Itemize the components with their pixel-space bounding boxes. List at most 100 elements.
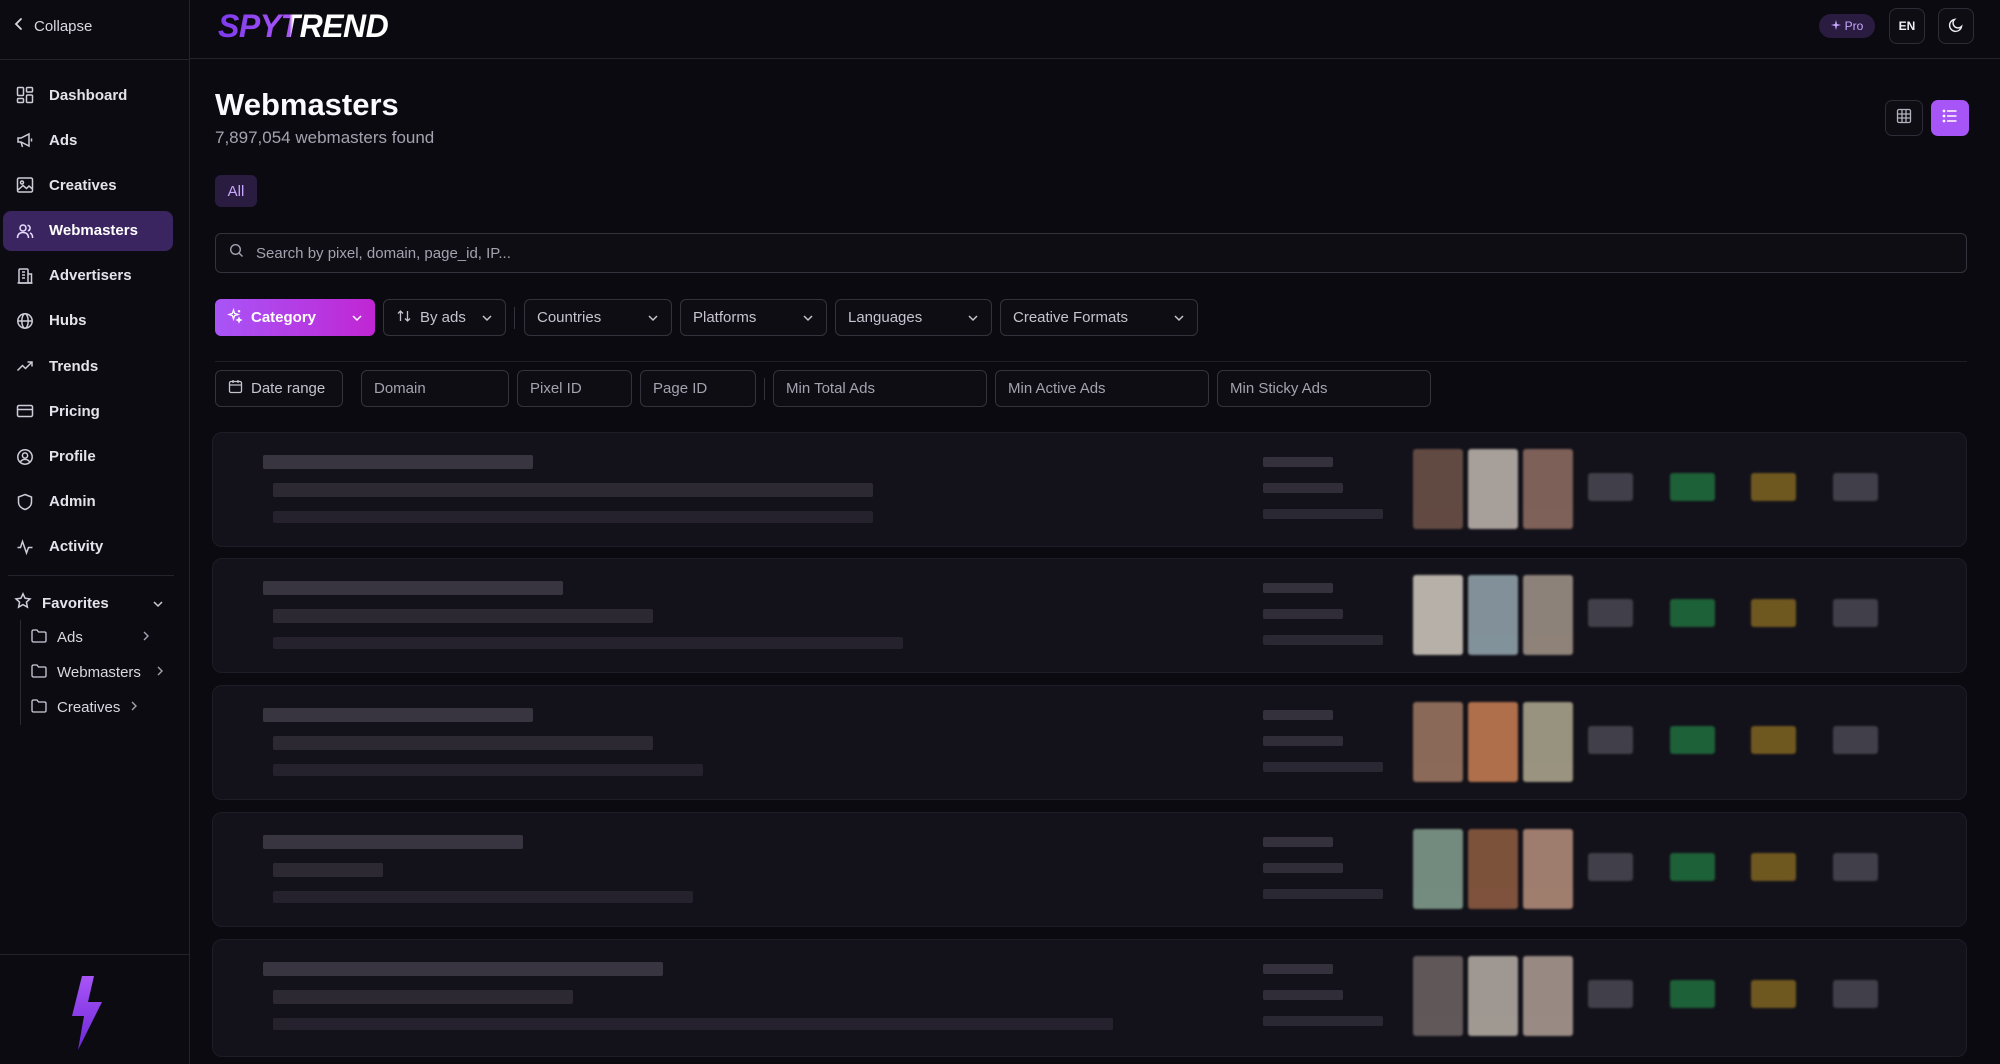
sidebar-item-dashboard[interactable]: Dashboard bbox=[3, 75, 173, 115]
creative-thumbnail bbox=[1468, 956, 1518, 1036]
favorites-item-label: Creatives bbox=[57, 699, 121, 716]
redacted-text bbox=[273, 483, 873, 497]
sidebar-item-label: Pricing bbox=[49, 402, 100, 420]
webmaster-row[interactable] bbox=[212, 812, 1967, 927]
sidebar-item-label: Admin bbox=[49, 493, 96, 511]
filters-divider bbox=[215, 361, 1967, 362]
category-dropdown[interactable]: Category bbox=[215, 299, 375, 336]
page-title: Webmasters bbox=[215, 87, 399, 122]
metric-chip bbox=[1588, 726, 1633, 754]
sidebar-item-admin[interactable]: Admin bbox=[3, 482, 173, 522]
sidebar-divider bbox=[8, 575, 174, 576]
sidebar-item-creatives[interactable]: Creatives bbox=[3, 165, 173, 205]
metric-chip bbox=[1588, 853, 1633, 881]
webmaster-row[interactable] bbox=[212, 558, 1967, 673]
tab-all[interactable]: All bbox=[215, 175, 257, 207]
redacted-stat bbox=[1263, 710, 1333, 720]
creative-thumbnail bbox=[1413, 829, 1463, 909]
app-root: Collapse Dashboard Ads Creatives Webmast… bbox=[0, 0, 2000, 1064]
redacted-text bbox=[273, 764, 703, 776]
sidebar-item-label: Webmasters bbox=[49, 222, 138, 240]
webmaster-row[interactable] bbox=[212, 432, 1967, 547]
language-button[interactable]: EN bbox=[1889, 8, 1925, 44]
sidebar-divider bbox=[0, 954, 190, 955]
sidebar-item-activity[interactable]: Activity bbox=[3, 527, 173, 567]
folder-icon bbox=[31, 698, 47, 717]
filter-separator bbox=[764, 378, 765, 400]
favorites-label: Favorites bbox=[42, 594, 109, 612]
sort-dropdown[interactable]: By ads bbox=[383, 299, 506, 336]
collapse-button[interactable]: Collapse bbox=[14, 14, 92, 38]
chevron-down-icon bbox=[1173, 309, 1185, 326]
redacted-text bbox=[273, 609, 653, 623]
chevron-down-icon bbox=[152, 595, 164, 612]
metric-chip bbox=[1751, 473, 1796, 501]
redacted-stat bbox=[1263, 889, 1383, 899]
list-icon bbox=[1942, 108, 1958, 129]
creative-thumbnail bbox=[1468, 702, 1518, 782]
favorites-item-ads[interactable]: Ads bbox=[21, 620, 170, 655]
sidebar-nav: Dashboard Ads Creatives Webmasters Adver… bbox=[3, 75, 173, 572]
theme-toggle-button[interactable] bbox=[1938, 8, 1974, 44]
redacted-stat bbox=[1263, 583, 1333, 593]
collapse-label: Collapse bbox=[34, 17, 93, 35]
webmaster-row[interactable] bbox=[212, 939, 1967, 1057]
metric-chip bbox=[1833, 473, 1878, 501]
creative-formats-dropdown[interactable]: Creative Formats bbox=[1000, 299, 1198, 336]
sidebar-item-ads[interactable]: Ads bbox=[3, 120, 173, 160]
search-input[interactable] bbox=[256, 244, 1966, 262]
metric-chip bbox=[1751, 599, 1796, 627]
countries-dropdown[interactable]: Countries bbox=[524, 299, 672, 336]
redacted-text bbox=[273, 990, 573, 1004]
spytrend-logo[interactable]: SPYTREND bbox=[216, 8, 436, 49]
sidebar-item-hubs[interactable]: Hubs bbox=[3, 301, 173, 341]
favorites-item-creatives[interactable]: Creatives bbox=[21, 690, 170, 725]
sidebar-item-pricing[interactable]: Pricing bbox=[3, 391, 173, 431]
creative-thumbnail bbox=[1468, 829, 1518, 909]
dashboard-icon bbox=[15, 85, 35, 105]
sidebar-item-profile[interactable]: Profile bbox=[3, 437, 173, 477]
sidebar-item-label: Activity bbox=[49, 538, 104, 556]
languages-dropdown[interactable]: Languages bbox=[835, 299, 992, 336]
metric-chip bbox=[1833, 980, 1878, 1008]
sidebar-item-advertisers[interactable]: Advertisers bbox=[3, 256, 173, 296]
sidebar-item-trends[interactable]: Trends bbox=[3, 346, 173, 386]
sidebar: Collapse Dashboard Ads Creatives Webmast… bbox=[0, 0, 190, 1064]
favorites-item-webmasters[interactable]: Webmasters bbox=[21, 655, 170, 690]
chevron-down-icon bbox=[802, 309, 814, 326]
sidebar-item-label: Advertisers bbox=[49, 267, 132, 285]
creative-thumbnail bbox=[1413, 956, 1463, 1036]
pixel-id-field[interactable]: Pixel ID bbox=[517, 370, 632, 407]
min-active-ads-field[interactable]: Min Active Ads bbox=[995, 370, 1209, 407]
metric-chip bbox=[1833, 853, 1878, 881]
min-total-ads-field[interactable]: Min Total Ads bbox=[773, 370, 987, 407]
user-circle-icon bbox=[15, 447, 35, 467]
date-range-button[interactable]: Date range bbox=[215, 370, 343, 407]
sidebar-item-webmasters[interactable]: Webmasters bbox=[3, 210, 173, 251]
platforms-dropdown[interactable]: Platforms bbox=[680, 299, 827, 336]
favorites-toggle[interactable]: Favorites bbox=[14, 589, 164, 617]
redacted-text bbox=[263, 962, 663, 976]
redacted-text bbox=[273, 891, 693, 903]
creative-formats-label: Creative Formats bbox=[1013, 309, 1129, 326]
favorites-tree: Ads Webmasters Creatives bbox=[20, 620, 170, 725]
page-id-field[interactable]: Page ID bbox=[640, 370, 756, 407]
grid-icon bbox=[1896, 108, 1912, 129]
redacted-text bbox=[273, 863, 383, 877]
metric-chip bbox=[1588, 599, 1633, 627]
redacted-text bbox=[263, 708, 533, 722]
metric-chip bbox=[1833, 726, 1878, 754]
redacted-stat bbox=[1263, 609, 1343, 619]
domain-field[interactable]: Domain bbox=[361, 370, 509, 407]
sidebar-item-label: Trends bbox=[49, 357, 99, 375]
creative-thumbnail bbox=[1413, 702, 1463, 782]
building-icon bbox=[15, 266, 35, 286]
search-bar[interactable] bbox=[215, 233, 1967, 273]
min-sticky-ads-field[interactable]: Min Sticky Ads bbox=[1217, 370, 1431, 407]
webmaster-row[interactable] bbox=[212, 685, 1967, 800]
date-range-label: Date range bbox=[251, 380, 326, 397]
grid-view-button[interactable] bbox=[1885, 100, 1923, 136]
redacted-stat bbox=[1263, 863, 1343, 873]
chevron-down-icon bbox=[481, 309, 493, 326]
list-view-button[interactable] bbox=[1931, 100, 1969, 136]
